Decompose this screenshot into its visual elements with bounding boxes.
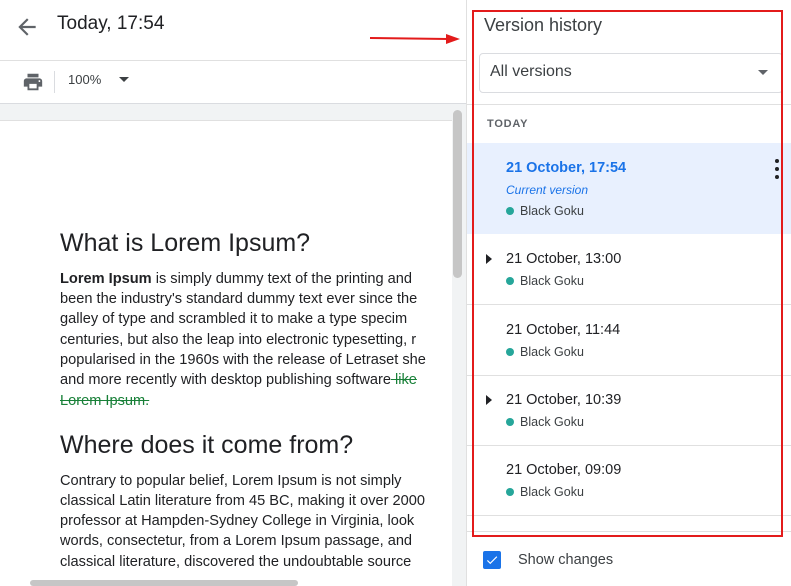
bold-lead: Lorem Ipsum [60,270,152,287]
toolbar-separator [54,71,55,93]
chevron-down-icon [119,77,130,82]
page-title: Today, 17:54 [57,13,165,34]
annotation-highlight-box [472,10,783,537]
text-line: and more recently with desktop publishin… [60,372,391,389]
top-bar: Today, 17:54 [0,0,466,58]
text-line: Contrary to popular belief, Lorem Ipsum … [60,472,402,489]
text-line: words, consectetur, from a Lorem Ipsum p… [60,533,413,550]
horizontal-scrollbar[interactable] [30,580,298,586]
document-canvas: What is Lorem Ipsum? Lorem Ipsum is simp… [0,104,466,586]
vertical-scrollbar[interactable] [453,110,462,278]
text-line: been the industry's standard dummy text … [60,291,418,308]
paragraph-1: Lorem Ipsum is simply dummy text of the … [60,269,452,411]
deleted-text: like [390,372,417,389]
document-page: What is Lorem Ipsum? Lorem Ipsum is simp… [0,120,452,586]
text-line: classical literature, discovered the und… [60,553,412,570]
text-line: classical Latin literature from 45 BC, m… [60,492,426,509]
text-line: galley of type and scrambled it to make … [60,311,408,328]
annotation-arrow-icon [369,34,460,44]
zoom-select[interactable]: 100% [68,72,130,87]
show-changes-toggle[interactable]: Show changes [483,551,613,569]
arrow-back-icon[interactable] [14,14,40,40]
heading-where-from: Where does it come from? [60,430,354,459]
print-icon[interactable] [22,71,44,93]
text-line: professor at Hampden-Sydney College in V… [60,513,415,530]
document-content: What is Lorem Ipsum? Lorem Ipsum is simp… [60,229,452,572]
checkbox-checked-icon[interactable] [483,551,501,569]
deleted-text: Lorem Ipsum. [60,392,150,409]
show-changes-label: Show changes [518,552,614,568]
text-line: centuries, but also the leap into electr… [60,331,417,348]
paragraph-2: Contrary to popular belief, Lorem Ipsum … [60,471,452,572]
text-line: popularised in the 1960s with the releas… [60,351,426,368]
toolbar: 100% [0,61,466,103]
text-line: is simply dummy text of the printing and [151,270,413,287]
heading-what-is-lorem: What is Lorem Ipsum? [60,229,311,257]
zoom-value: 100% [68,72,102,87]
